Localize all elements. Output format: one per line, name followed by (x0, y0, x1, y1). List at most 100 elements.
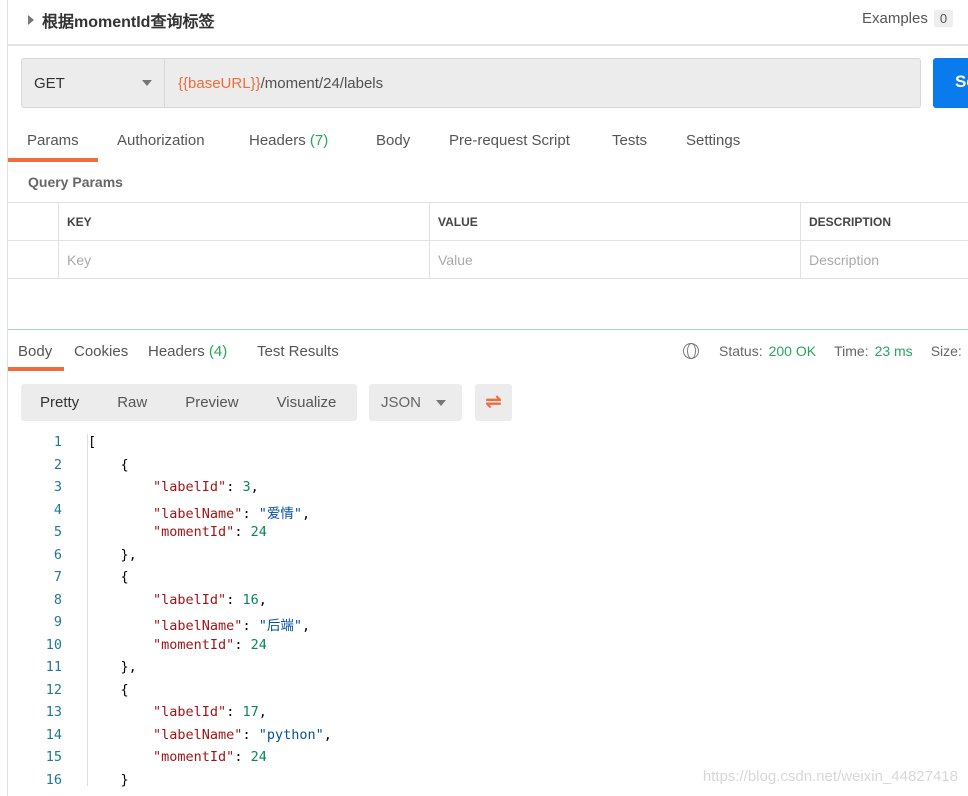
tab-label: Authorization (117, 132, 205, 149)
tab-authorization[interactable]: Authorization (117, 132, 205, 149)
token: "爱情" (258, 505, 302, 522)
line-number: 10 (45, 636, 62, 653)
code-line: "momentId": 24 (88, 749, 267, 765)
active-tab-indicator (8, 158, 98, 162)
tab-settings[interactable]: Settings (686, 132, 740, 149)
token: 16 (242, 591, 259, 608)
tab-headers[interactable]: Headers (7) (249, 132, 328, 149)
checkbox-column (8, 203, 59, 240)
wrap-lines-icon[interactable]: ⇌ (475, 384, 512, 421)
method-select[interactable]: GET (22, 59, 165, 107)
code-line: "labelName": "python", (88, 727, 332, 743)
code-line: "labelId": 3, (88, 479, 259, 495)
token: { (88, 681, 129, 698)
line-number: 1 (53, 434, 62, 450)
globe-icon[interactable] (683, 343, 699, 359)
tab-label: Params (27, 132, 79, 149)
response-tab-body[interactable]: Body (18, 343, 52, 360)
chevron-down-icon (142, 80, 152, 86)
token: "labelName" (153, 618, 243, 634)
code-line: "momentId": 24 (88, 524, 267, 540)
tab-tests[interactable]: Tests (612, 132, 647, 149)
column-description: DESCRIPTION (809, 214, 892, 229)
token: : (226, 591, 243, 608)
line-number: 13 (45, 704, 62, 720)
method-label: GET (34, 74, 65, 92)
code-line: "labelId": 17, (88, 704, 267, 720)
code-line: { (88, 457, 129, 473)
examples-button[interactable]: Examples 0 (862, 10, 954, 27)
size-label: Size: (930, 343, 962, 359)
response-status: Status: 200 OK Time: 23 ms Size: (683, 343, 962, 359)
tab-pre-request-script[interactable]: Pre-request Script (449, 132, 570, 149)
token: , (301, 618, 311, 634)
response-tab-test-results[interactable]: Test Results (257, 343, 339, 360)
tab-label: Cookies (74, 343, 129, 360)
line-number: 8 (53, 591, 62, 608)
expand-icon[interactable] (28, 15, 34, 25)
code-line: "labelName": "后端", (88, 614, 310, 634)
token: "momentId" (153, 524, 235, 540)
code-line: "labelId": 16, (88, 592, 267, 608)
token: "labelId" (153, 479, 227, 495)
token: "labelName" (153, 505, 243, 522)
url-bar: GET {{baseURL}}/moment/24/labels (21, 58, 921, 108)
tab-label: Pre-request Script (449, 132, 570, 149)
token: : (242, 618, 259, 634)
code-line: [ (88, 434, 96, 450)
token: : (226, 479, 243, 495)
tab-params[interactable]: Params (27, 132, 79, 149)
request-name: 根据momentId查询标签 (42, 14, 215, 31)
examples-count: 0 (933, 10, 954, 27)
request-title[interactable]: 根据momentId查询标签 (28, 8, 214, 32)
code-line: { (88, 682, 129, 698)
checkbox-cell (8, 241, 59, 278)
line-number: 12 (45, 681, 62, 698)
send-button[interactable]: Se (933, 58, 968, 108)
token: , (258, 704, 267, 720)
token: { (88, 569, 129, 585)
value-input[interactable]: Value (430, 241, 801, 278)
token: "labelId" (153, 591, 227, 608)
mode-raw[interactable]: Raw (98, 394, 166, 411)
line-number: 3 (53, 479, 62, 495)
url-input[interactable]: {{baseURL}}/moment/24/labels (165, 75, 383, 92)
token: , (323, 726, 332, 743)
headers-count: (7) (309, 132, 329, 149)
response-tab-headers[interactable]: Headers (4) (148, 343, 227, 360)
mode-preview[interactable]: Preview (166, 394, 257, 411)
token: "后端" (258, 618, 302, 634)
description-input[interactable]: Description (801, 241, 968, 278)
token: 24 (250, 524, 267, 540)
code-line: }, (88, 659, 137, 675)
time-label: Time: (834, 343, 869, 359)
pane-divider[interactable] (8, 329, 968, 330)
token: 17 (242, 704, 259, 720)
divider (8, 44, 968, 46)
response-tab-cookies[interactable]: Cookies (74, 343, 128, 360)
token: } (88, 771, 129, 788)
format-select[interactable]: JSON (369, 384, 462, 421)
url-path: /moment/24/labels (260, 74, 384, 92)
line-number: 7 (53, 569, 62, 585)
table-header: KEY VALUE DESCRIPTION (8, 203, 968, 241)
examples-label: Examples (862, 10, 928, 27)
line-number: 14 (45, 726, 62, 743)
time-value: 23 ms (874, 343, 913, 359)
line-number: 5 (53, 524, 62, 540)
column-value: VALUE (430, 203, 801, 240)
mode-pretty[interactable]: Pretty (21, 394, 98, 411)
line-number: 2 (53, 456, 62, 473)
code-line: "labelName": "爱情", (88, 502, 310, 522)
tab-label: Headers (249, 132, 306, 149)
mode-visualize[interactable]: Visualize (258, 394, 356, 411)
key-input[interactable]: Key (59, 241, 430, 278)
tab-body[interactable]: Body (376, 132, 410, 149)
token: : (234, 524, 251, 540)
token: "python" (258, 726, 324, 743)
